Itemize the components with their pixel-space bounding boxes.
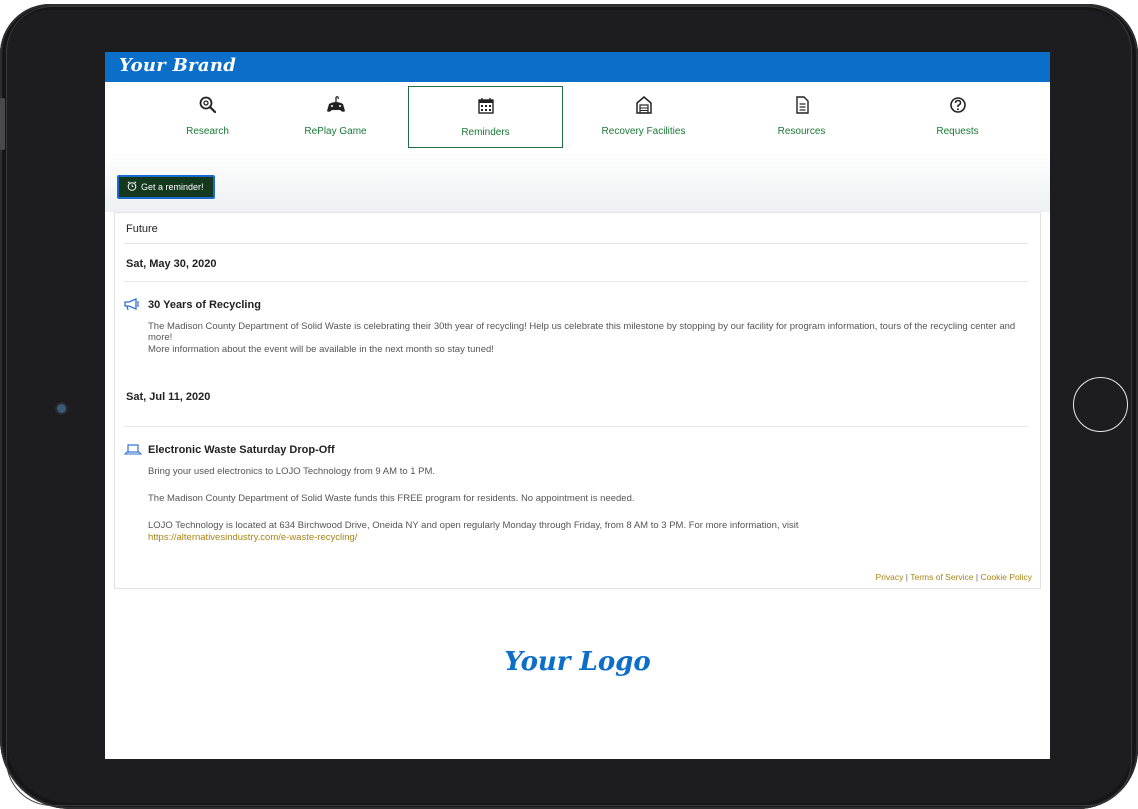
nav-label-requests: Requests — [936, 126, 979, 137]
calendar-icon — [409, 95, 562, 117]
event-description: More information about the event will be… — [148, 344, 494, 355]
divider — [124, 243, 1028, 244]
date-heading: Sat, Jul 11, 2020 — [126, 391, 211, 403]
logo: Your Logo — [504, 647, 651, 677]
electronics-icon — [123, 443, 143, 457]
tablet-side-button — [0, 98, 5, 150]
terms-link[interactable]: Terms of Service — [910, 572, 973, 582]
home-button[interactable] — [1073, 377, 1128, 432]
nav-item-requests[interactable]: Requests — [880, 86, 1035, 148]
event-description: Bring your used electronics to LOJO Tech… — [148, 466, 436, 477]
camera-icon — [57, 404, 66, 413]
nav-item-replay-game[interactable]: RePlay Game — [258, 86, 413, 148]
divider — [124, 281, 1028, 282]
nav-item-recovery-facilities[interactable]: Recovery Facilities — [566, 86, 721, 148]
footer-separator: | — [975, 572, 979, 582]
nav-label-resources: Resources — [777, 126, 826, 137]
footer-links: Privacy | Terms of Service | Cookie Poli… — [876, 572, 1032, 582]
event-description: The Madison County Department of Solid W… — [148, 493, 635, 504]
main-nav: Research RePlay Game Reminders Recovery … — [105, 82, 1050, 153]
date-heading: Sat, May 30, 2020 — [126, 258, 217, 270]
alarm-clock-icon — [127, 181, 137, 193]
e-waste-link[interactable]: https://alternativesindustry.com/e-waste… — [148, 532, 357, 543]
section-heading-future: Future — [126, 223, 158, 235]
privacy-link[interactable]: Privacy — [876, 572, 904, 582]
nav-item-resources[interactable]: Resources — [724, 86, 879, 148]
get-reminder-label: Get a reminder! — [141, 182, 204, 192]
game-controller-icon — [258, 94, 413, 116]
megaphone-icon — [124, 298, 142, 312]
event-title: 30 Years of Recycling — [148, 299, 261, 311]
action-area: Get a reminder! — [105, 152, 1050, 212]
divider — [124, 426, 1028, 427]
facility-icon — [566, 94, 721, 116]
event-description: LOJO Technology is located at 634 Birchw… — [148, 520, 799, 531]
brand-bar: Your Brand — [105, 52, 1050, 82]
nav-item-reminders[interactable]: Reminders — [408, 86, 563, 148]
nav-label-replay-game: RePlay Game — [304, 126, 367, 137]
document-icon — [724, 94, 879, 116]
event-title: Electronic Waste Saturday Drop-Off — [148, 444, 335, 456]
nav-label-reminders: Reminders — [461, 127, 510, 138]
brand-name[interactable]: Your Brand — [119, 55, 236, 76]
get-reminder-button[interactable]: Get a reminder! — [117, 175, 215, 199]
footer-separator: | — [905, 572, 909, 582]
reminders-list: Future Sat, May 30, 2020 30 Years of Rec… — [114, 212, 1041, 589]
screen: Your Brand Research RePlay Game Reminder… — [105, 52, 1050, 759]
question-icon — [880, 94, 1035, 116]
event-description: The Madison County Department of Solid W… — [148, 321, 1016, 343]
nav-label-recovery-facilities: Recovery Facilities — [601, 126, 686, 137]
cookie-policy-link[interactable]: Cookie Policy — [981, 572, 1033, 582]
